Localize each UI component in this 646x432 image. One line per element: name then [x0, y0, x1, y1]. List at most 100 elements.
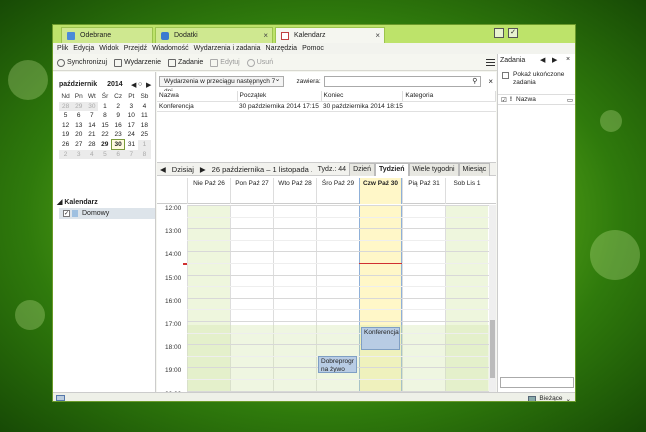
minical-day[interactable]: 1 [98, 102, 111, 112]
connection-icon[interactable] [56, 395, 65, 401]
checkbox[interactable]: ✓ [63, 210, 70, 217]
minical-day[interactable]: 3 [125, 102, 138, 112]
search-input[interactable]: ⚲ [323, 75, 482, 87]
calendar-pane-icon[interactable] [494, 28, 504, 38]
minical-day[interactable]: 5 [59, 111, 72, 121]
completed-col-icon[interactable]: ☑ [501, 96, 507, 104]
today-dot-icon[interactable]: ○ [138, 81, 142, 88]
minical-day[interactable]: 5 [98, 149, 112, 159]
minical-day[interactable]: 3 [72, 149, 86, 159]
next-month-icon[interactable]: ▶ [146, 81, 151, 89]
day-header-0[interactable]: Nie Paź 26 [187, 178, 230, 204]
day-header-2[interactable]: Wto Paź 28 [273, 178, 316, 204]
minical-day[interactable]: 19 [59, 130, 72, 140]
minical-day[interactable]: 14 [85, 121, 98, 131]
tasks-close-icon[interactable]: × [566, 56, 570, 63]
prev-week-icon[interactable]: ◀ [160, 165, 166, 174]
view-multiweek-tab[interactable]: Wiele tygodni [408, 162, 459, 176]
scrollbar-thumb[interactable] [490, 320, 495, 378]
minical-day[interactable]: 2 [59, 149, 73, 159]
minical-day[interactable]: 31 [125, 140, 138, 150]
minical-day[interactable]: 8 [137, 149, 151, 159]
close-tab-icon[interactable]: × [263, 28, 268, 43]
new-event-button[interactable]: Wydarzenie [114, 58, 161, 67]
table-row[interactable]: Konferencja 30 października 2014 17:15 3… [157, 101, 496, 112]
event-filter-select[interactable]: Wydarzenia w przeciągu następnych 7 dni [159, 75, 285, 95]
minical-day[interactable]: 16 [112, 121, 125, 131]
calendar-event[interactable]: Konferencja [361, 326, 400, 350]
minical-day[interactable]: 9 [112, 111, 125, 121]
menu-go[interactable]: Przejdź [124, 43, 147, 54]
column-picker-icon[interactable]: ▭ [567, 96, 573, 104]
menu-file[interactable]: Plik [57, 43, 68, 54]
prev-month-icon[interactable]: ◀ [131, 81, 136, 89]
task-filter-select[interactable]: Bieżące ⌄ [528, 394, 571, 401]
tab-inbox[interactable]: Odebrane [61, 27, 153, 43]
view-week-tab[interactable]: Tydzień [374, 162, 409, 176]
minical-day[interactable]: 22 [98, 130, 111, 140]
minical-day[interactable]: 25 [138, 130, 151, 140]
tab-calendar[interactable]: Kalendarz × [275, 27, 385, 44]
minical-day[interactable]: 10 [125, 111, 138, 121]
calendar-event[interactable]: Dobreprogr na żywo [318, 355, 357, 374]
edit-button[interactable]: Edytuj [210, 58, 240, 67]
minical-day[interactable]: 23 [112, 130, 125, 140]
col-category[interactable]: Kategoria [402, 91, 496, 102]
minical-day[interactable]: 12 [59, 121, 72, 131]
minical-day[interactable]: 28 [59, 101, 73, 111]
day-header-6[interactable]: Sob Lis 1 [445, 178, 488, 204]
menu-message[interactable]: Wiadomość [152, 43, 189, 54]
tasks-next-icon[interactable]: ▶ [552, 56, 557, 64]
minical-day[interactable]: 30 [111, 139, 126, 150]
minical-day[interactable]: 2 [112, 102, 125, 112]
menu-events[interactable]: Wydarzenia i zadania [194, 43, 261, 54]
minical-day[interactable]: 6 [111, 149, 125, 159]
minical-day[interactable]: 30 [85, 101, 99, 111]
quick-task-input[interactable] [500, 377, 574, 388]
view-day-tab[interactable]: Dzień [349, 162, 375, 176]
minical-day[interactable]: 7 [85, 111, 98, 121]
grid-scrollbar[interactable] [489, 205, 496, 392]
minical-day[interactable]: 27 [72, 140, 85, 150]
minical-day[interactable]: 29 [72, 101, 86, 111]
minical-day[interactable]: 1 [137, 139, 151, 150]
minical-day[interactable]: 7 [124, 149, 138, 159]
delete-button[interactable]: Usuń [246, 58, 273, 67]
tasks-prev-icon[interactable]: ◀ [540, 56, 545, 64]
priority-col-icon[interactable]: ! [510, 96, 512, 103]
close-tab-icon[interactable]: × [375, 28, 380, 43]
minical-day[interactable]: 6 [72, 111, 85, 121]
minical-day[interactable]: 13 [72, 121, 85, 131]
menu-edit[interactable]: Edycja [73, 43, 94, 54]
minical-day[interactable]: 29 [98, 140, 111, 150]
col-task-name[interactable]: Nazwa [516, 96, 536, 103]
col-name[interactable]: Nazwa [157, 91, 238, 102]
col-end[interactable]: Koniec [321, 91, 404, 102]
show-completed-checkbox[interactable]: Pokaż ukończone zadania [502, 71, 572, 87]
week-grid[interactable]: 12:00 13:00 14:00 15:00 16:00 17:00 18:00 19:00… [157, 205, 489, 392]
tab-addons[interactable]: Dodatki × [155, 27, 273, 43]
close-filter-icon[interactable]: × [488, 77, 493, 86]
col-start[interactable]: Początek [237, 91, 322, 102]
menu-tools[interactable]: Narzędzia [266, 43, 298, 54]
minical-day[interactable]: 11 [138, 111, 151, 121]
sync-button[interactable]: Synchronizuj [57, 58, 107, 67]
checkbox[interactable] [502, 72, 509, 79]
day-header-5[interactable]: Pią Paź 31 [402, 178, 445, 204]
minical-day[interactable]: 24 [125, 130, 138, 140]
day-header-1[interactable]: Pon Paź 27 [230, 178, 273, 204]
minical-day[interactable]: 26 [59, 140, 72, 150]
today-button[interactable]: Dzisiaj [172, 165, 194, 174]
minical-day[interactable]: 28 [85, 140, 98, 150]
tasks-pane-icon[interactable]: ✓ [508, 28, 518, 38]
minical-day[interactable]: 8 [98, 111, 111, 121]
minical-day[interactable]: 4 [85, 149, 99, 159]
app-menu-icon[interactable] [486, 59, 495, 66]
next-week-icon[interactable]: ▶ [200, 165, 206, 174]
day-header-3[interactable]: Śro Paź 29 [316, 178, 359, 204]
day-header-4[interactable]: Czw Paź 30 [359, 178, 402, 204]
view-month-tab[interactable]: Miesiąc [458, 162, 491, 176]
minical-day[interactable]: 20 [72, 130, 85, 140]
minical-day[interactable]: 18 [138, 121, 151, 131]
menu-view[interactable]: Widok [99, 43, 118, 54]
